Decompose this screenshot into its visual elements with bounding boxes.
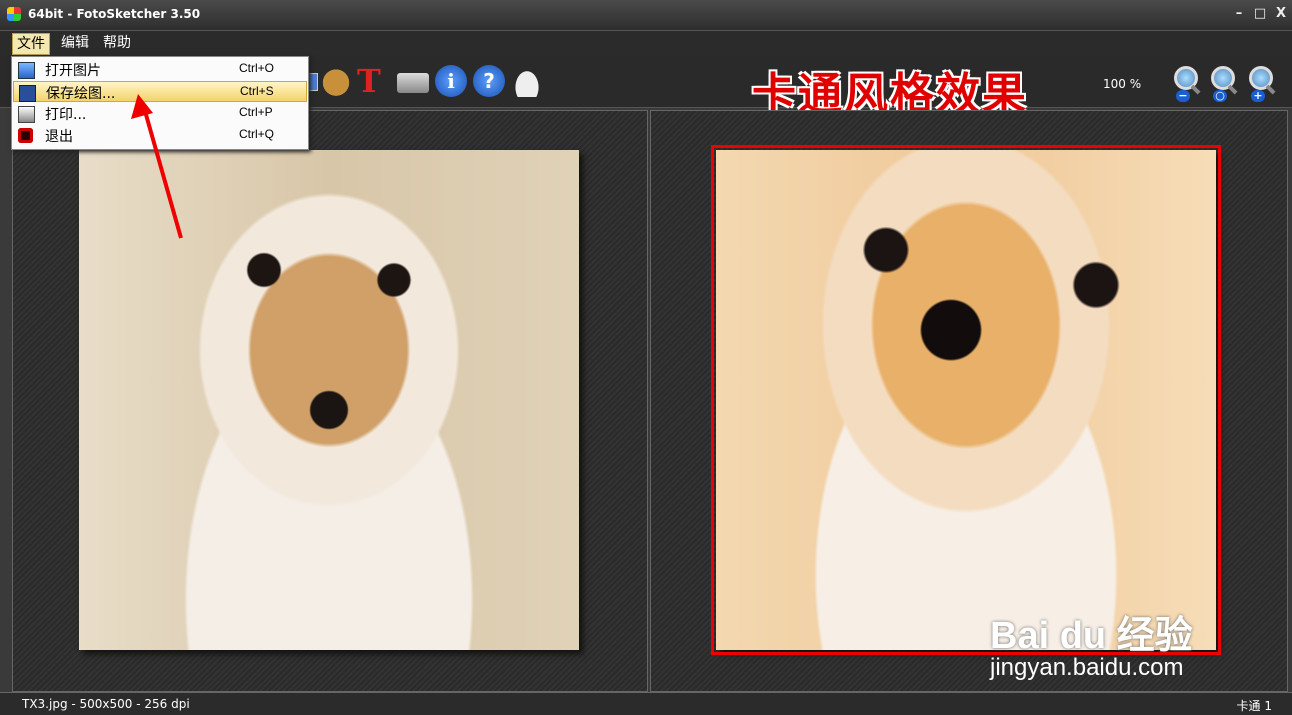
file-info: TX3.jpg - 500x500 - 256 dpi xyxy=(22,697,190,711)
style-indicator: 卡通 1 xyxy=(1236,699,1272,713)
annotation-arrow xyxy=(131,94,183,239)
status-bar: TX3.jpg - 500x500 - 256 dpi 卡通 1 xyxy=(0,692,1292,715)
